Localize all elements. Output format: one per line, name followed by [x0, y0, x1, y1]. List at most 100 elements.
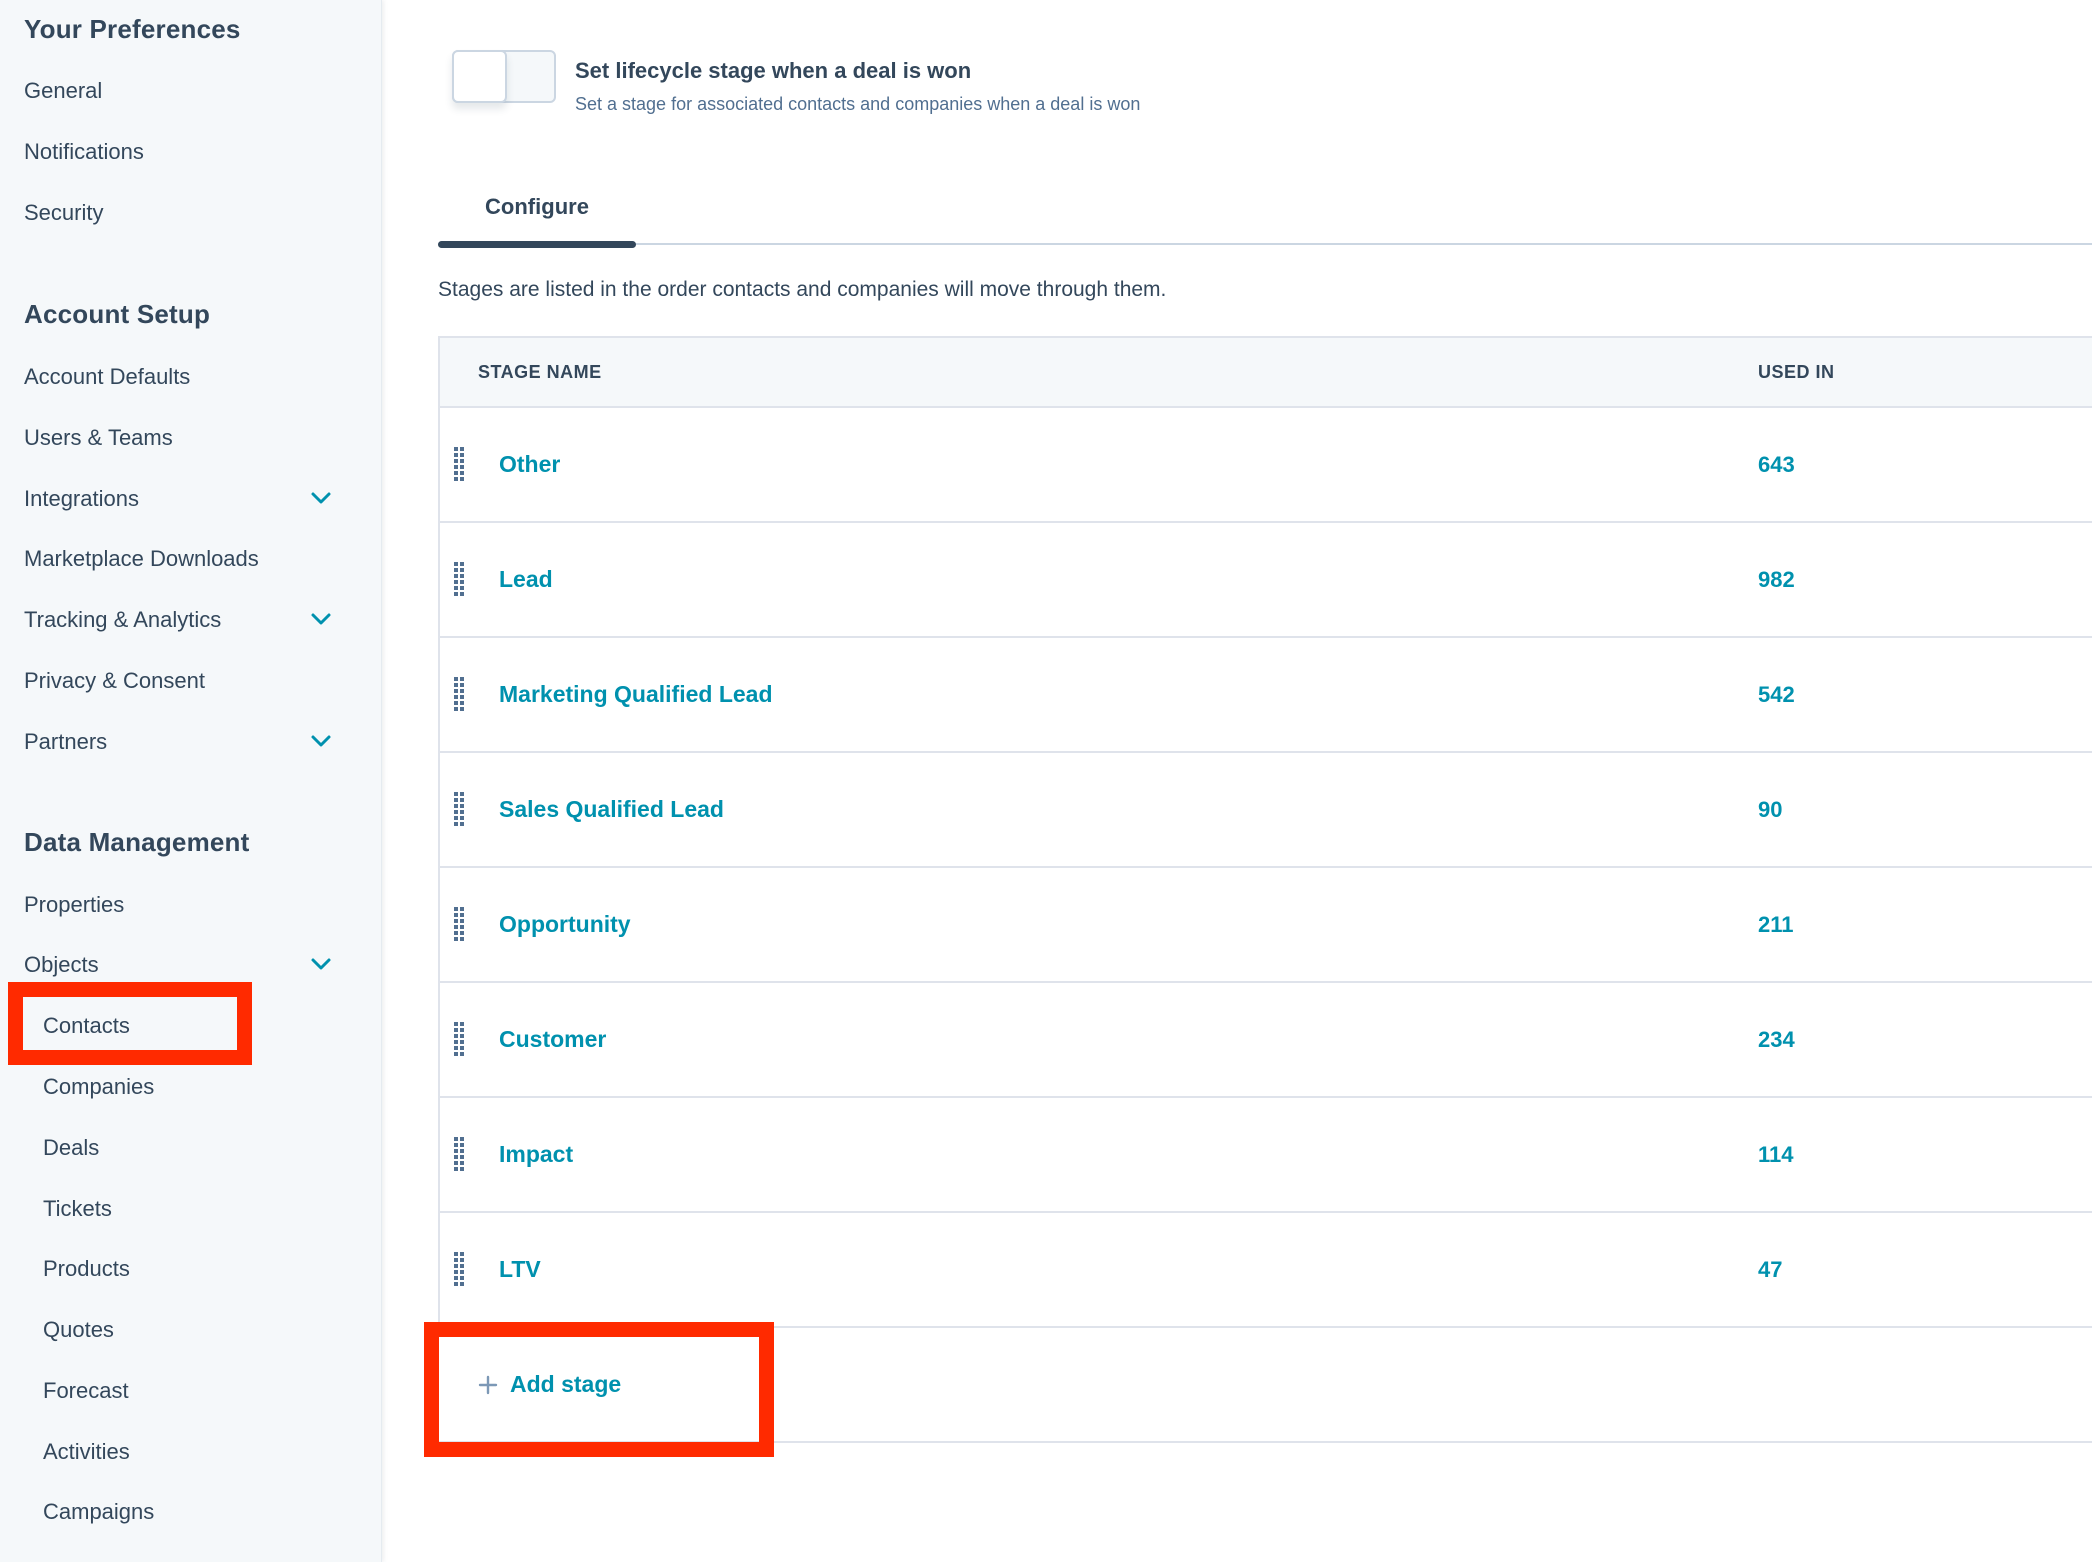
- tab-label: Configure: [485, 194, 589, 219]
- sidebar-item-security[interactable]: Security: [24, 191, 381, 235]
- drag-handle-icon[interactable]: [454, 1022, 464, 1058]
- section-heading-data-management: Data Management: [24, 827, 250, 857]
- sidebar-item-label: Objects: [24, 952, 99, 977]
- section-heading-your-preferences: Your Preferences: [24, 14, 241, 44]
- used-in-count-link[interactable]: 211: [1758, 868, 1794, 981]
- table-row: Lead 982: [440, 523, 2092, 638]
- drag-handle-icon[interactable]: [454, 1252, 464, 1288]
- sidebar-item-marketplace-downloads[interactable]: Marketplace Downloads: [24, 537, 381, 581]
- used-in-count-link[interactable]: 234: [1758, 983, 1795, 1096]
- table-row: Opportunity 211: [440, 868, 2092, 983]
- tab-underline: [438, 243, 2092, 245]
- stage-name-link[interactable]: Marketing Qualified Lead: [499, 638, 773, 751]
- settings-sidebar: Your Preferences General Notifications S…: [0, 0, 382, 1562]
- sidebar-item-label: Integrations: [24, 486, 139, 511]
- stage-name-link[interactable]: Impact: [499, 1098, 573, 1211]
- sidebar-item-label: Security: [24, 200, 104, 225]
- toggle-knob: [452, 50, 507, 103]
- sidebar-item-contacts[interactable]: Contacts: [43, 1004, 381, 1048]
- sidebar-item-general[interactable]: General: [24, 69, 381, 113]
- sidebar-item-deals[interactable]: Deals: [43, 1126, 381, 1170]
- sidebar-item-label: Deals: [43, 1135, 100, 1160]
- sidebar-item-users-teams[interactable]: Users & Teams: [24, 416, 381, 460]
- table-row: Other 643: [440, 408, 2092, 523]
- sidebar-item-campaigns[interactable]: Campaigns: [43, 1490, 381, 1534]
- table-row: Impact 114: [440, 1098, 2092, 1213]
- chevron-down-icon[interactable]: [310, 487, 332, 509]
- toggle-title: Set lifecycle stage when a deal is won: [575, 58, 972, 83]
- sidebar-item-label: General: [24, 78, 103, 103]
- table-row: Customer 234: [440, 983, 2092, 1098]
- sidebar-item-label: Privacy & Consent: [24, 668, 205, 693]
- add-stage-row: Add stage: [438, 1328, 2092, 1443]
- add-stage-label: Add stage: [510, 1371, 622, 1397]
- sidebar-item-label: Companies: [43, 1074, 155, 1099]
- section-heading-account-setup: Account Setup: [24, 299, 211, 329]
- used-in-count-link[interactable]: 982: [1758, 523, 1795, 636]
- column-header-used-in: USED IN: [1758, 361, 1835, 382]
- drag-handle-icon[interactable]: [454, 792, 464, 828]
- drag-handle-icon[interactable]: [454, 447, 464, 483]
- chevron-down-icon[interactable]: [310, 608, 332, 630]
- sidebar-item-label: Tracking & Analytics: [24, 607, 222, 632]
- column-header-stage-name: STAGE NAME: [478, 361, 602, 382]
- used-in-count-link[interactable]: 542: [1758, 638, 1795, 751]
- used-in-count-link[interactable]: 47: [1758, 1213, 1782, 1326]
- stage-name-link[interactable]: Opportunity: [499, 868, 631, 981]
- toggle-description: Set a stage for associated contacts and …: [575, 94, 1141, 114]
- sidebar-item-objects[interactable]: Objects: [24, 943, 381, 987]
- sidebar-item-activities[interactable]: Activities: [43, 1430, 381, 1474]
- drag-handle-icon[interactable]: [454, 907, 464, 943]
- drag-handle-icon[interactable]: [454, 562, 464, 598]
- plus-icon: [478, 1375, 498, 1394]
- sidebar-item-quotes[interactable]: Quotes: [43, 1308, 381, 1352]
- sidebar-item-tickets[interactable]: Tickets: [43, 1187, 381, 1231]
- sidebar-item-label: Forecast: [43, 1378, 129, 1403]
- sidebar-item-privacy-consent[interactable]: Privacy & Consent: [24, 659, 381, 703]
- sidebar-item-label: Tickets: [43, 1196, 112, 1221]
- sidebar-item-label: Account Defaults: [24, 364, 191, 389]
- stage-name-link[interactable]: Customer: [499, 983, 606, 1096]
- tab-configure[interactable]: Configure: [438, 190, 636, 248]
- sidebar-item-account-defaults[interactable]: Account Defaults: [24, 355, 381, 399]
- drag-handle-icon[interactable]: [454, 1137, 464, 1173]
- drag-handle-icon[interactable]: [454, 677, 464, 713]
- sidebar-item-label: Marketplace Downloads: [24, 546, 259, 571]
- stage-name-link[interactable]: LTV: [499, 1213, 541, 1326]
- table-row: LTV 47: [440, 1213, 2092, 1328]
- sidebar-item-label: Activities: [43, 1439, 130, 1464]
- stage-name-link[interactable]: Sales Qualified Lead: [499, 753, 724, 866]
- stage-name-link[interactable]: Lead: [499, 523, 553, 636]
- sidebar-item-label: Partners: [24, 729, 108, 754]
- sidebar-item-tracking-analytics[interactable]: Tracking & Analytics: [24, 598, 381, 642]
- sidebar-item-label: Products: [43, 1256, 130, 1281]
- table-header: STAGE NAME USED IN: [440, 338, 2092, 408]
- used-in-count-link[interactable]: 90: [1758, 753, 1782, 866]
- sidebar-item-properties[interactable]: Properties: [24, 883, 381, 927]
- sidebar-item-partners[interactable]: Partners: [24, 720, 381, 764]
- sidebar-item-label: Users & Teams: [24, 425, 173, 450]
- sidebar-item-label: Notifications: [24, 139, 144, 164]
- lifecycle-on-deal-won-toggle[interactable]: [452, 50, 556, 103]
- sidebar-item-integrations[interactable]: Integrations: [24, 477, 381, 521]
- used-in-count-link[interactable]: 643: [1758, 408, 1795, 521]
- used-in-count-link[interactable]: 114: [1758, 1098, 1794, 1211]
- active-tab-indicator: [438, 241, 636, 248]
- sidebar-item-forecast[interactable]: Forecast: [43, 1369, 381, 1413]
- sidebar-item-notifications[interactable]: Notifications: [24, 130, 381, 174]
- sidebar-item-label: Contacts: [43, 1013, 130, 1038]
- stage-name-link[interactable]: Other: [499, 408, 560, 521]
- table-row: Marketing Qualified Lead 542: [440, 638, 2092, 753]
- intro-text: Stages are listed in the order contacts …: [438, 278, 1167, 301]
- chevron-down-icon[interactable]: [310, 953, 332, 975]
- sidebar-item-label: Properties: [24, 892, 125, 917]
- tab-bar: Configure: [438, 190, 2092, 248]
- chevron-down-icon[interactable]: [310, 730, 332, 752]
- sidebar-item-companies[interactable]: Companies: [43, 1065, 381, 1109]
- sidebar-item-products[interactable]: Products: [43, 1247, 381, 1291]
- add-stage-button[interactable]: Add stage: [478, 1328, 621, 1441]
- table-row: Sales Qualified Lead 90: [440, 753, 2092, 868]
- lifecycle-stages-table: STAGE NAME USED IN Other 643 Lead 982 Market…: [438, 336, 2092, 1443]
- sidebar-item-label: Quotes: [43, 1317, 114, 1342]
- sidebar-item-label: Campaigns: [43, 1499, 155, 1524]
